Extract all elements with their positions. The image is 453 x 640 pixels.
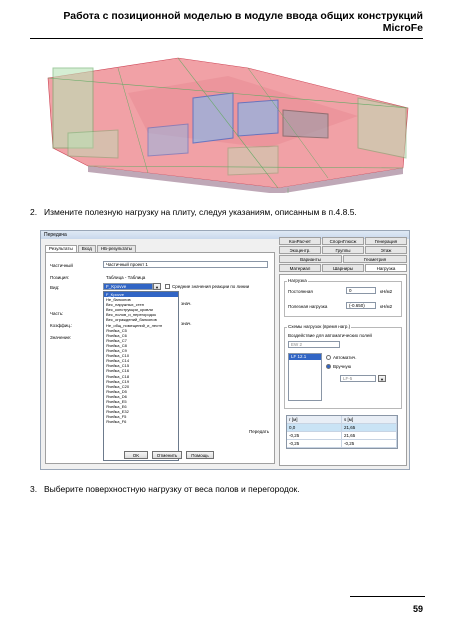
table-cell[interactable]: 21,65	[342, 432, 397, 439]
page-header: Работа с позиционной моделью в модуле вв…	[30, 10, 423, 39]
dropdown-option[interactable]: Ячейка_F6	[104, 419, 178, 424]
footer-divider	[350, 596, 425, 597]
load-panel: Нагрузка Постоянная 0 кН/м2 Полезная наг…	[279, 274, 407, 466]
chevron-down-icon[interactable]: ▾	[153, 283, 161, 290]
tab-results[interactable]: Результаты	[45, 245, 77, 252]
left-tabs: Результаты Вход НБ-результаты	[45, 245, 275, 252]
useful-field[interactable]: (-0.650)	[346, 302, 376, 309]
table-cell[interactable]: -0,25	[287, 432, 342, 439]
table-cell[interactable]: 21,65	[342, 424, 397, 431]
position-label: Позиция:	[50, 275, 70, 280]
ok-button[interactable]: OK	[124, 451, 148, 459]
useful-unit: кН/м2	[380, 304, 393, 309]
results-pane: Результаты Вход НБ-результаты Частичный …	[45, 245, 275, 467]
view-dropdown-list[interactable]: F_Kpovve Не_балконов Вес_наружных_стен Вес_…	[103, 291, 179, 461]
chevron-down-icon[interactable]: ▾	[378, 375, 386, 382]
auto-fields-label: Воздействие для автоматических полей	[288, 333, 372, 338]
permanent-unit: кН/м2	[380, 289, 393, 294]
part-label: Часть:	[50, 311, 64, 316]
help-button[interactable]: Помощь	[186, 451, 214, 459]
tab-konraschet[interactable]: КонРасчет	[279, 237, 321, 245]
radio-auto[interactable]	[326, 355, 331, 360]
step-3-text: Выберите поверхностную нагрузку от веса …	[44, 484, 300, 494]
schemes-group-title: Схемы нагрузок (время нагр.)	[287, 324, 352, 329]
load-group	[284, 281, 402, 317]
tab-load[interactable]: Нагрузка	[365, 264, 407, 272]
lf-select[interactable]: LF-5	[340, 375, 376, 382]
average-checkbox-label: Средние значения реакции по линии	[172, 284, 250, 289]
view-select[interactable]: F_Kpovve	[103, 283, 153, 290]
useful-label: Полезная нагрузка	[288, 304, 328, 309]
column-header: s [м]	[342, 416, 397, 423]
coef-label: Коэффиц.:	[50, 323, 73, 328]
lf-list-item[interactable]: LF 12.1	[289, 354, 321, 360]
load-group-title: Нагрузка	[287, 278, 308, 283]
table-cell[interactable]: -0,25	[342, 440, 397, 447]
structural-model-figure	[47, 57, 409, 193]
value-label: Значение:	[50, 335, 72, 340]
table-header: г [м] s [м]	[287, 416, 397, 424]
partial-label: Частичный	[50, 263, 73, 268]
step-2-number: 2.	[30, 207, 38, 217]
average-checkbox[interactable]	[165, 284, 170, 289]
view-label: Вид:	[50, 285, 60, 290]
page-number: 59	[412, 604, 423, 614]
permanent-label: Постоянная	[288, 289, 313, 294]
radio-manual-label: Вручную	[333, 364, 352, 369]
table-cell[interactable]: 0,0	[287, 424, 342, 431]
position-value: Таблица - Таблица	[106, 275, 146, 280]
column-header: г [м]	[287, 416, 342, 423]
tab-material[interactable]: Материал	[279, 264, 321, 272]
coef-suffix: знач.	[181, 301, 192, 306]
lf-list[interactable]: LF 12.1	[288, 353, 322, 401]
tab-generation[interactable]: Генерация	[365, 237, 407, 245]
tab-variants[interactable]: Варианты	[279, 255, 342, 263]
radio-auto-label: Автоматич.	[333, 355, 357, 360]
transfer-dialog: Передача Результаты Вход НБ-результаты Ч…	[40, 230, 410, 470]
coordinates-table[interactable]: г [м] s [м] 0,0 21,65 -0,25 21,65 -0,25 …	[286, 415, 398, 449]
partial-field[interactable]: Частичный проект 1	[103, 261, 268, 268]
tab-nb-results[interactable]: НБ-результаты	[96, 245, 136, 252]
radio-manual[interactable]	[326, 364, 331, 369]
ew-select[interactable]: EW 2	[288, 341, 340, 348]
table-row[interactable]: -0,25 -0,25	[287, 440, 397, 448]
transfer-label: Передать	[249, 429, 270, 434]
step-3-number: 3.	[30, 484, 38, 494]
tab-groups[interactable]: Группы	[322, 246, 364, 254]
tab-hinges[interactable]: Шарниры	[322, 264, 364, 272]
table-row[interactable]: -0,25 21,65	[287, 432, 397, 440]
znach-suffix: знач.	[181, 321, 192, 326]
table-row[interactable]: 0,0 21,65	[287, 424, 397, 432]
tab-spornglyush[interactable]: СпорнГлюсж	[322, 237, 364, 245]
cancel-button[interactable]: Отменить	[152, 451, 182, 459]
table-cell[interactable]: -0,25	[287, 440, 342, 447]
tab-input[interactable]: Вход	[77, 245, 96, 252]
tab-geometry[interactable]: Геометрия	[343, 255, 407, 263]
tab-floor[interactable]: Этаж	[365, 246, 407, 254]
properties-pane: КонРасчет СпорнГлюсж Генерация Экоцентр.…	[279, 237, 407, 467]
results-panel: Частичный Частичный проект 1 Позиция: Та…	[45, 252, 275, 464]
permanent-field[interactable]: 0	[346, 287, 376, 294]
tab-eccentric[interactable]: Экоцентр.	[279, 246, 321, 254]
step-2-text: Измените полезную нагрузку на плиту, сле…	[44, 207, 357, 217]
